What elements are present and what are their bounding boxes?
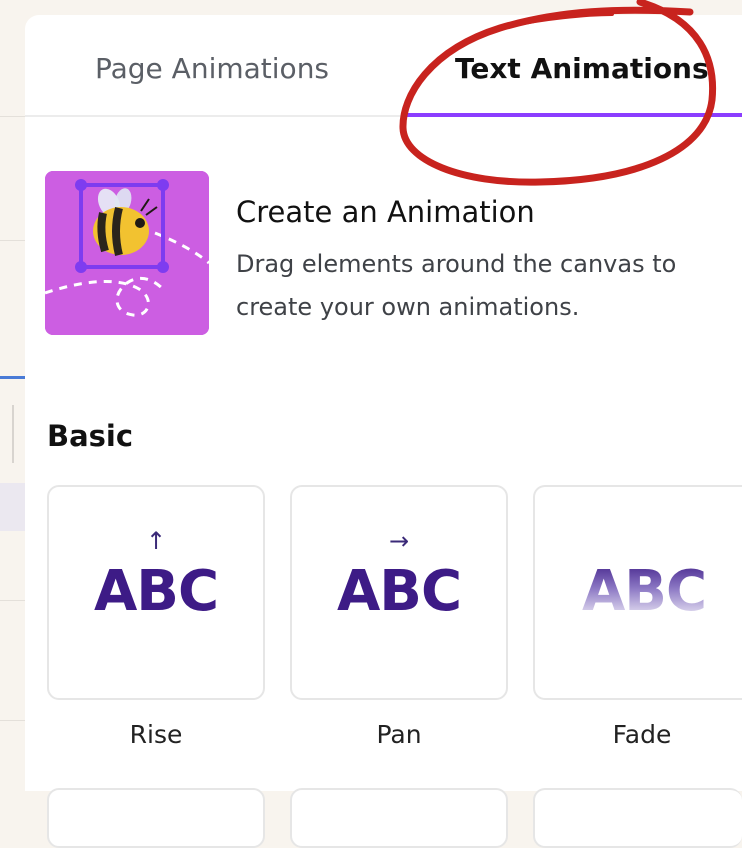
tab-page-animations[interactable]: Page Animations xyxy=(95,49,329,89)
create-animation-title: Create an Animation xyxy=(236,195,535,229)
animation-panel: Page Animations Text Animations Create a… xyxy=(25,15,742,848)
animation-card-fade[interactable]: ABC xyxy=(533,485,742,700)
tab-text-animations[interactable]: Text Animations xyxy=(455,49,709,89)
animation-card[interactable] xyxy=(290,788,508,848)
animation-preview-text: ABC xyxy=(535,559,742,624)
arrow-up-icon: ↑ xyxy=(145,527,167,555)
active-tab-indicator xyxy=(405,113,742,117)
animation-card[interactable] xyxy=(533,788,742,848)
animation-label-fade: Fade xyxy=(612,720,672,749)
arrow-right-icon: → xyxy=(388,527,410,555)
create-animation-description: Drag elements around the canvas to creat… xyxy=(236,250,677,321)
background-accent-bar xyxy=(0,376,25,379)
animation-label-rise: Rise xyxy=(129,720,183,749)
animation-card-pan[interactable]: → ABC xyxy=(290,485,508,700)
background-divider xyxy=(0,116,25,117)
background-divider xyxy=(0,720,25,721)
animation-preview-text: ABC xyxy=(93,559,219,624)
background-divider xyxy=(0,240,25,241)
background-divider xyxy=(12,405,14,463)
create-animation-thumbnail xyxy=(45,171,209,335)
bee-icon xyxy=(45,171,209,335)
background-divider xyxy=(0,600,25,601)
background-selected-row xyxy=(0,483,25,531)
section-title-basic: Basic xyxy=(47,419,134,453)
animation-preview-text: ABC xyxy=(336,559,462,624)
create-animation-card[interactable]: Create an Animation Drag elements around… xyxy=(45,171,735,341)
animation-card-rise[interactable]: ↑ ABC xyxy=(47,485,265,700)
animation-label-pan: Pan xyxy=(376,720,422,749)
animation-card[interactable] xyxy=(47,788,265,848)
